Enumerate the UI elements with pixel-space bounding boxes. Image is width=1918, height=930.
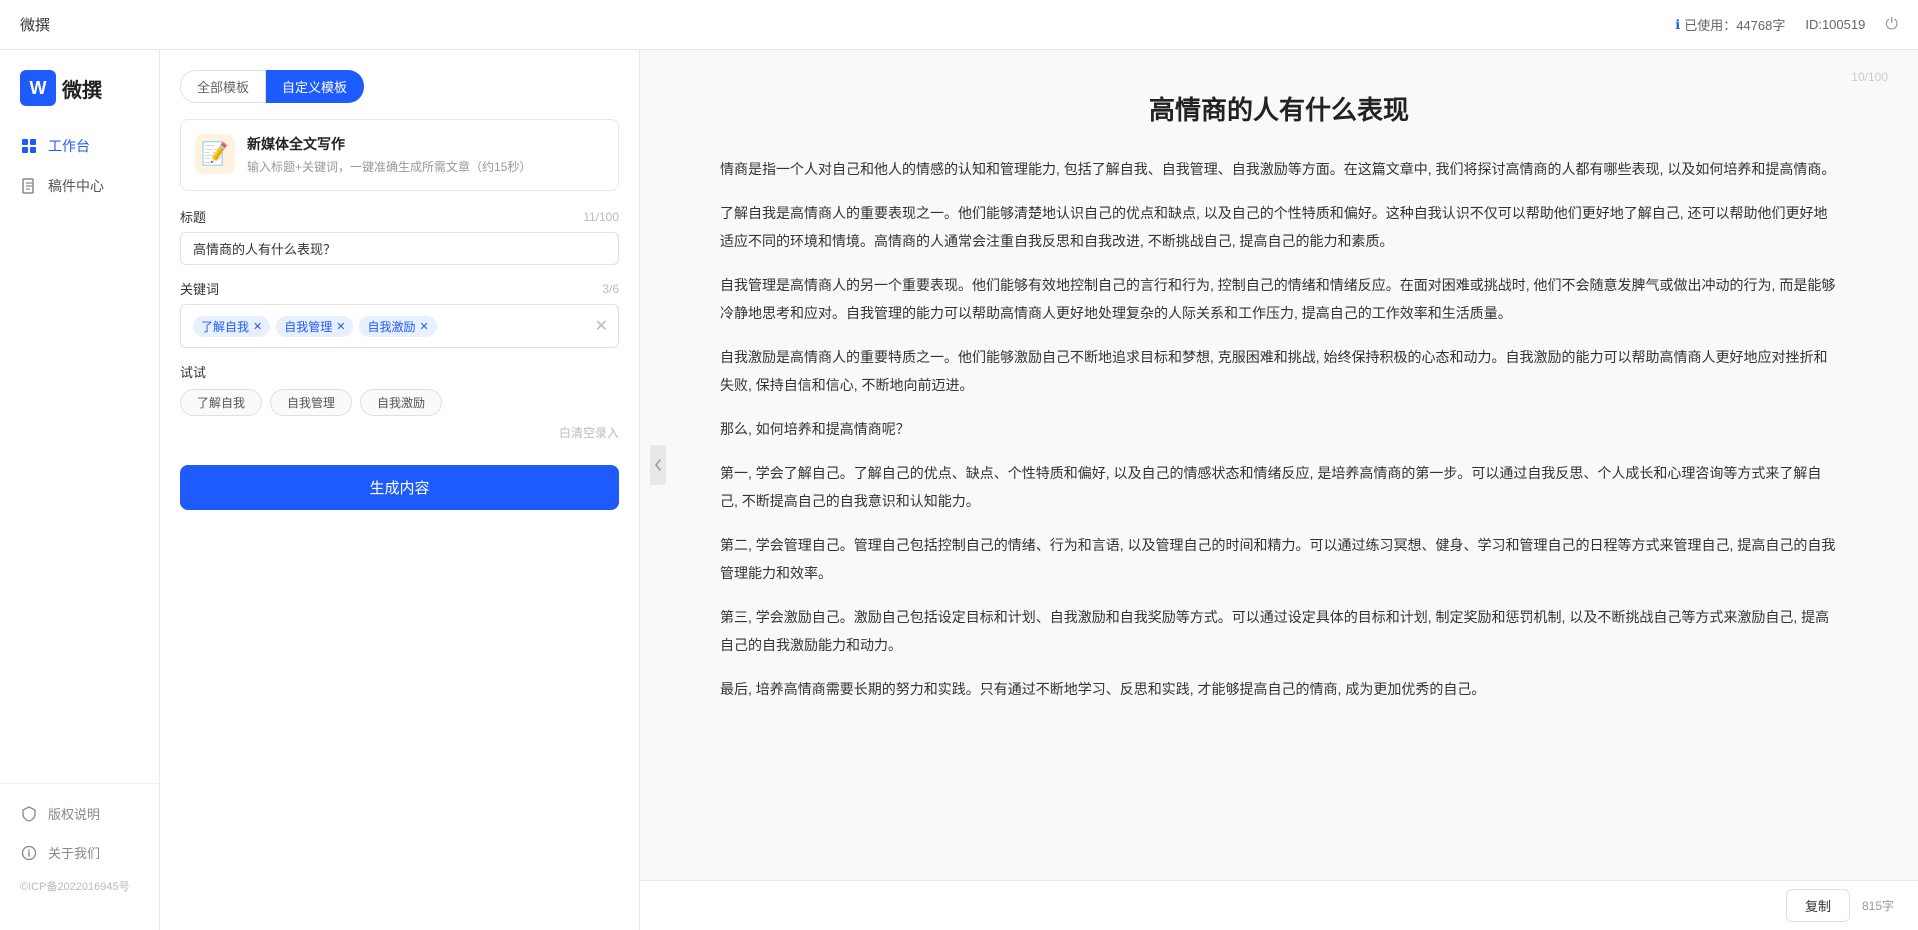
logo-w-icon: W [20, 70, 56, 106]
keyword-remove-3[interactable]: ✕ [419, 320, 428, 333]
content-para-2: 了解自我是高情商人的重要表现之一。他们能够清楚地认识自己的优点和缺点, 以及自己… [720, 199, 1838, 255]
content-body: 情商是指一个人对自己和他人的情感的认知和管理能力, 包括了解自我、自我管理、自我… [720, 155, 1838, 703]
sidebar-item-workspace[interactable]: 工作台 [0, 126, 159, 166]
content-title: 高情商的人有什么表现 [720, 90, 1838, 127]
content-para-4: 自我激励是高情商人的重要特质之一。他们能够激励自己不断地追求目标和梦想, 克服困… [720, 343, 1838, 399]
icp-text: ©ICP备2022016945号 [0, 872, 159, 900]
title-section: 标题 11/100 [180, 207, 619, 265]
title-label-row: 标题 11/100 [180, 207, 619, 226]
usage-text: 已使用：44768字 [1684, 15, 1785, 34]
sidebar-item-drafts[interactable]: 稿件中心 [0, 166, 159, 206]
content-para-5: 那么, 如何培养和提高情商呢？ [720, 415, 1838, 443]
template-tabs: 全部模板 自定义模板 [180, 70, 619, 103]
main-layout: W 微撰 工作台 [0, 50, 1918, 930]
try-chips: 了解自我 自我管理 自我激励 [180, 389, 619, 416]
keyword-tag-3: 自我激励 ✕ [359, 316, 436, 337]
power-icon[interactable]: ⏻ [1885, 16, 1898, 34]
shield-icon [20, 805, 38, 823]
sidebar-nav: 工作台 稿件中心 [0, 126, 159, 773]
workspace-label: 工作台 [48, 136, 90, 156]
topbar-left: 微撰 [20, 14, 50, 35]
try-chip-1[interactable]: 了解自我 [180, 389, 262, 416]
try-section: 试试 了解自我 自我管理 自我激励 白清空录入 [180, 362, 619, 441]
keyword-tag-2: 自我管理 ✕ [276, 316, 353, 337]
info-icon: ℹ [1675, 17, 1680, 33]
content-area: 10/100 高情商的人有什么表现 情商是指一个人对自己和他人的情感的认知和管理… [640, 50, 1918, 880]
keywords-count: 3/6 [602, 282, 619, 296]
collapse-panel-arrow[interactable] [650, 445, 666, 485]
keyword-text-1: 了解自我 [201, 318, 249, 335]
logo-text: 微撰 [62, 74, 102, 103]
topbar-title: 微撰 [20, 14, 50, 35]
id-text: ID:100519 [1805, 17, 1865, 32]
keywords-clear-btn[interactable]: ✕ [595, 316, 608, 336]
topbar-right: ℹ 已使用：44768字 ID:100519 ⏻ [1675, 15, 1898, 34]
drafts-label: 稿件中心 [48, 176, 104, 196]
info-circle-icon [20, 844, 38, 862]
content-para-3: 自我管理是高情商人的另一个重要表现。他们能够有效地控制自己的言行和行为, 控制自… [720, 271, 1838, 327]
title-input[interactable] [180, 232, 619, 265]
keyword-text-3: 自我激励 [367, 318, 415, 335]
keyword-remove-2[interactable]: ✕ [336, 320, 345, 333]
sidebar-item-copyright[interactable]: 版权说明 [0, 794, 159, 833]
title-label: 标题 [180, 207, 206, 226]
try-chip-3[interactable]: 自我激励 [360, 389, 442, 416]
template-card-title: 新媒体全文写作 [247, 134, 604, 154]
content-para-9: 最后, 培养高情商需要长期的努力和实践。只有通过不断地学习、反思和实践, 才能够… [720, 675, 1838, 703]
file-icon [20, 177, 38, 195]
copyright-label: 版权说明 [48, 804, 100, 823]
try-label: 试试 [180, 362, 619, 381]
template-card-desc: 输入标题+关键词，一键准确生成所需文章（约15秒） [247, 158, 604, 176]
try-chip-2[interactable]: 自我管理 [270, 389, 352, 416]
right-panel: 10/100 高情商的人有什么表现 情商是指一个人对自己和他人的情感的认知和管理… [640, 50, 1918, 930]
generate-button[interactable]: 生成内容 [180, 465, 619, 510]
sidebar-footer: 版权说明 关于我们 ©ICP备2022016945号 [0, 783, 159, 910]
grid-icon [20, 137, 38, 155]
word-count: 815字 [1862, 897, 1894, 914]
content-para-1: 情商是指一个人对自己和他人的情感的认知和管理能力, 包括了解自我、自我管理、自我… [720, 155, 1838, 183]
sidebar-item-about[interactable]: 关于我们 [0, 833, 159, 872]
right-bottom-bar: 复制 815字 [640, 880, 1918, 930]
tab-all[interactable]: 全部模板 [180, 70, 266, 103]
content-para-7: 第二, 学会管理自己。管理自己包括控制自己的情绪、行为和言语, 以及管理自己的时… [720, 531, 1838, 587]
keywords-label: 关键词 [180, 279, 219, 298]
tab-custom[interactable]: 自定义模板 [266, 70, 364, 103]
content-para-6: 第一, 学会了解自己。了解自己的优点、缺点、个性特质和偏好, 以及自己的情感状态… [720, 459, 1838, 515]
template-card-icon: 📝 [195, 134, 235, 174]
copy-button[interactable]: 复制 [1786, 889, 1850, 922]
template-card[interactable]: 📝 新媒体全文写作 输入标题+关键词，一键准确生成所需文章（约15秒） [180, 119, 619, 191]
logo-area: W 微撰 [0, 70, 159, 126]
keyword-remove-1[interactable]: ✕ [253, 320, 262, 333]
template-card-content: 新媒体全文写作 输入标题+关键词，一键准确生成所需文章（约15秒） [247, 134, 604, 176]
content-para-8: 第三, 学会激励自己。激励自己包括设定目标和计划、自我激励和自我奖励等方式。可以… [720, 603, 1838, 659]
keyword-tag-1: 了解自我 ✕ [193, 316, 270, 337]
page-count: 10/100 [1851, 70, 1888, 84]
about-label: 关于我们 [48, 843, 100, 862]
title-count: 11/100 [583, 210, 619, 224]
keywords-section: 关键词 3/6 了解自我 ✕ 自我管理 ✕ 自我激励 ✕ ✕ [180, 279, 619, 348]
keywords-label-row: 关键词 3/6 [180, 279, 619, 298]
sidebar: W 微撰 工作台 [0, 50, 160, 930]
center-panel: 全部模板 自定义模板 📝 新媒体全文写作 输入标题+关键词，一键准确生成所需文章… [160, 50, 640, 930]
try-clear-btn[interactable]: 白清空录入 [180, 424, 619, 441]
keyword-text-2: 自我管理 [284, 318, 332, 335]
topbar: 微撰 ℹ 已使用：44768字 ID:100519 ⏻ [0, 0, 1918, 50]
usage-info: ℹ 已使用：44768字 [1675, 15, 1785, 34]
keywords-box[interactable]: 了解自我 ✕ 自我管理 ✕ 自我激励 ✕ ✕ [180, 304, 619, 348]
